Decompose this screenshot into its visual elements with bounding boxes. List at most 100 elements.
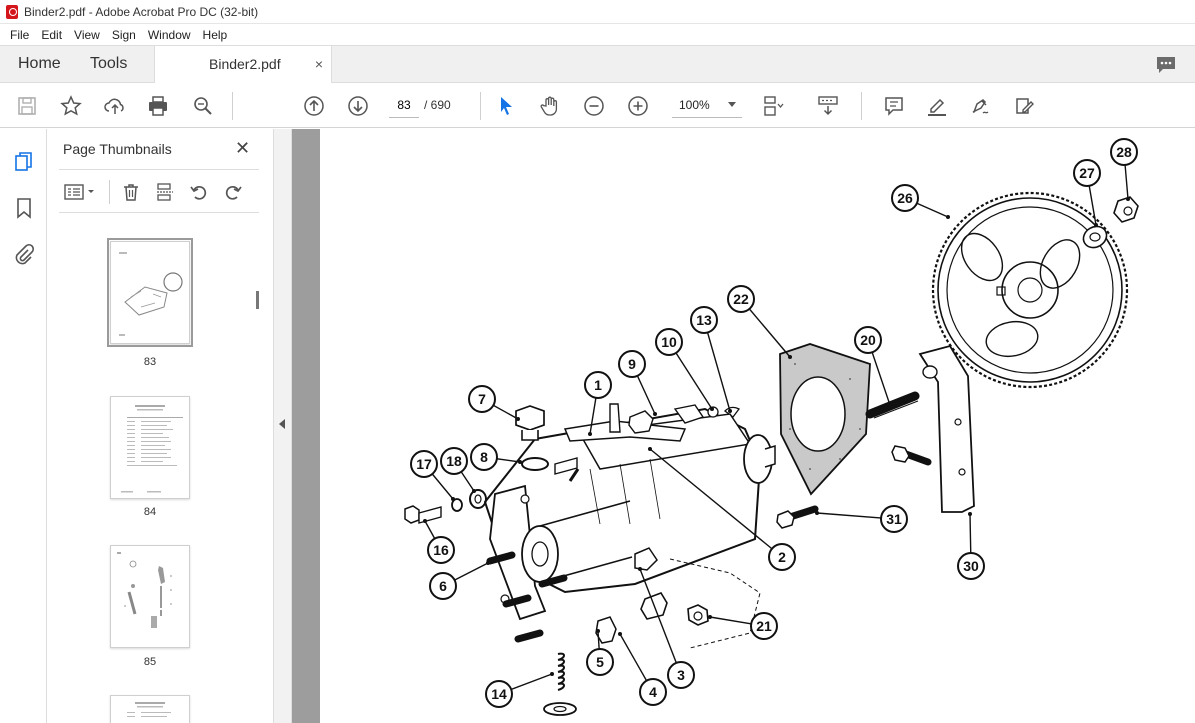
callout-arrowhead	[486, 561, 490, 565]
upload-icon[interactable]	[102, 93, 128, 119]
menu-bar: File Edit View Sign Window Help	[0, 24, 1195, 45]
callout-arrowhead	[888, 403, 892, 407]
menu-window[interactable]: Window	[142, 28, 197, 42]
scroll-thumb[interactable]	[256, 291, 259, 309]
rotate-left-icon[interactable]	[187, 180, 211, 204]
attachments-icon[interactable]	[11, 241, 37, 267]
callout-number: 22	[733, 291, 749, 307]
callout-number: 31	[886, 511, 902, 527]
callout-arrowhead	[710, 407, 714, 411]
comments-chat-icon[interactable]	[1155, 55, 1177, 78]
callout-number: 9	[628, 356, 636, 372]
callout-leader	[639, 568, 682, 676]
menu-help[interactable]: Help	[197, 28, 234, 42]
callout-number: 1	[594, 377, 602, 393]
menu-view[interactable]: View	[68, 28, 106, 42]
callout-arrowhead	[815, 511, 819, 515]
bookmarks-icon[interactable]	[11, 195, 37, 221]
tab-bar: Home Tools Binder2.pdf ×	[0, 45, 1195, 84]
acrobat-app-icon	[6, 4, 18, 19]
callout-number: 20	[860, 332, 876, 348]
bookmark-star-icon[interactable]	[58, 93, 84, 119]
window-title: Binder2.pdf - Adobe Acrobat Pro DC (32-b…	[24, 4, 259, 19]
callout-leader	[703, 319, 731, 412]
callout-arrowhead	[653, 412, 657, 416]
delete-page-icon[interactable]	[119, 180, 143, 204]
page-thumbnails-icon[interactable]	[11, 149, 37, 175]
close-panel-icon[interactable]: ✕	[235, 138, 250, 159]
page-number-input[interactable]	[389, 92, 419, 118]
callout-number: 14	[491, 686, 507, 702]
menu-edit[interactable]: Edit	[35, 28, 68, 42]
sign-icon[interactable]	[968, 93, 994, 119]
callout-arrowhead	[516, 417, 520, 421]
chevron-down-icon	[728, 102, 736, 107]
callout-arrowhead	[638, 567, 642, 571]
tab-home[interactable]: Home	[18, 46, 61, 83]
callout-number: 8	[480, 449, 488, 465]
menu-sign[interactable]: Sign	[106, 28, 142, 42]
zoom-select[interactable]: 100%	[672, 92, 742, 118]
insert-page-icon[interactable]	[153, 180, 177, 204]
highlight-icon[interactable]	[924, 93, 950, 119]
thumbnail-label: 84	[143, 506, 157, 518]
callout-number: 21	[756, 618, 772, 634]
callout-arrowhead	[946, 215, 950, 219]
callout-number: 2	[778, 549, 786, 565]
tab-tools[interactable]: Tools	[90, 46, 127, 83]
callout-number: 7	[478, 391, 486, 407]
select-cursor-icon[interactable]	[493, 93, 519, 119]
callout-number: 30	[963, 558, 979, 574]
callout-number: 13	[696, 312, 712, 328]
page-total: / 690	[424, 98, 451, 112]
left-rail	[0, 129, 47, 723]
save-icon[interactable]	[14, 93, 40, 119]
document-viewport[interactable]: 1 2 3 4 5 6 7 8 9 10 13 14 16 17 18 20 21 22 26 27 28 30 31	[292, 129, 1195, 723]
callout-number: 18	[446, 453, 462, 469]
comment-icon[interactable]	[881, 93, 907, 119]
callout-number: 6	[439, 578, 447, 594]
page-up-icon[interactable]	[301, 93, 327, 119]
thumbnail-page-83[interactable]	[107, 238, 193, 347]
callout-arrowhead	[728, 409, 732, 413]
page-thumbnails-panel: Page Thumbnails ✕ 83 84 85	[47, 129, 273, 723]
edit-pdf-icon[interactable]	[1012, 93, 1038, 119]
callout-number: 4	[649, 684, 657, 700]
callout-arrowhead	[1094, 223, 1098, 227]
thumbnail-page-85[interactable]	[110, 545, 190, 648]
callout-number: 5	[596, 654, 604, 670]
scroll-mode-icon[interactable]	[815, 93, 841, 119]
thumbnail-options-icon[interactable]	[62, 180, 98, 204]
callout-number: 27	[1079, 165, 1095, 181]
zoom-search-icon[interactable]	[190, 93, 216, 119]
page-down-icon[interactable]	[345, 93, 371, 119]
pdf-page: 1 2 3 4 5 6 7 8 9 10 13 14 16 17 18 20 21 22 26 27 28 30 31	[320, 129, 1195, 723]
callout-arrowhead	[588, 432, 592, 436]
callout-arrowhead	[708, 615, 712, 619]
fit-page-icon[interactable]	[760, 93, 786, 119]
zoom-out-icon[interactable]	[581, 93, 607, 119]
panel-scrollbar[interactable]	[254, 221, 262, 721]
callout-arrowhead	[423, 519, 427, 523]
thumbnail-page-84[interactable]	[110, 396, 190, 499]
tab-document[interactable]: Binder2.pdf ×	[154, 46, 332, 84]
callout-number: 10	[661, 334, 677, 350]
print-icon[interactable]	[145, 93, 171, 119]
menu-file[interactable]: File	[4, 28, 35, 42]
panel-title: Page Thumbnails	[63, 141, 172, 157]
rotate-right-icon[interactable]	[221, 180, 245, 204]
callout-arrowhead	[518, 460, 522, 464]
close-tab-icon[interactable]: ×	[315, 46, 323, 82]
timing-gear	[931, 191, 1129, 389]
thumbnail-label: 85	[143, 656, 157, 668]
callout-number: 16	[433, 542, 449, 558]
thumbnail-page-86[interactable]	[110, 695, 190, 723]
collapse-panel-icon[interactable]	[279, 419, 285, 429]
zoom-in-icon[interactable]	[625, 93, 651, 119]
zoom-value: 100%	[679, 98, 710, 112]
callout-number: 28	[1116, 144, 1132, 160]
panel-splitter[interactable]	[273, 129, 292, 723]
document-tab-label: Binder2.pdf	[209, 56, 281, 72]
callout-number: 3	[677, 667, 685, 683]
hand-icon[interactable]	[537, 93, 563, 119]
